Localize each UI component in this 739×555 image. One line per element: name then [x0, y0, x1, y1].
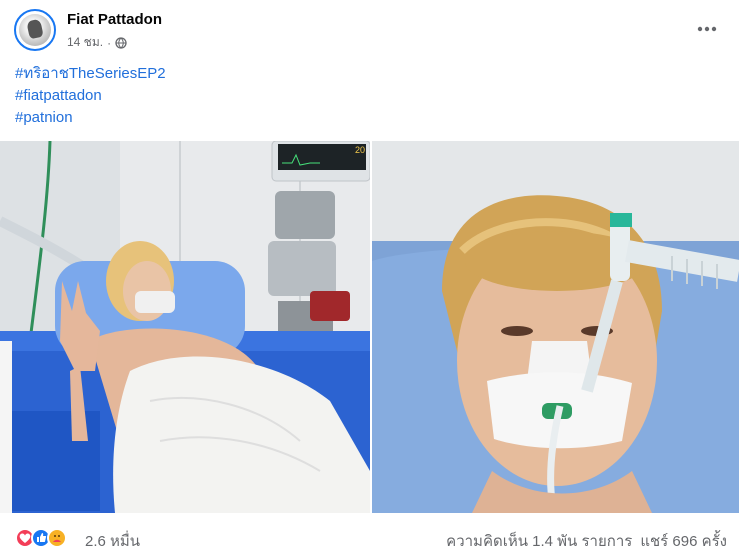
author-name[interactable]: Fiat Pattadon: [67, 11, 162, 28]
post-meta: 14 ชม. ·: [67, 33, 127, 52]
post-stats: ความคิดเห็น 1.4 พัน รายการ แชร์ 696 ครั้…: [446, 529, 727, 553]
shares-count[interactable]: แชร์ 696 ครั้ง: [640, 529, 727, 553]
care-reaction-icon: [47, 528, 67, 548]
hashtag-link-3[interactable]: #patnion: [15, 107, 166, 129]
ventilator-closeup-photo[interactable]: [372, 141, 739, 513]
photo-right-illustration: [372, 141, 739, 513]
reaction-icons[interactable]: [15, 528, 77, 548]
post-header: Fiat Pattadon 14 ชม. ·: [14, 9, 725, 53]
post-timestamp[interactable]: 14 ชม.: [67, 33, 103, 52]
author-avatar[interactable]: [14, 9, 56, 51]
reactions-bar: 2.6 หมื่น ความคิดเห็น 1.4 พัน รายการ แชร…: [15, 526, 727, 550]
more-options-icon[interactable]: [695, 17, 719, 41]
globe-icon[interactable]: [115, 36, 127, 49]
monitor-reading: 20: [355, 145, 365, 155]
reaction-count[interactable]: 2.6 หมื่น: [85, 529, 140, 553]
hashtag-link-2[interactable]: #fiatpattadon: [15, 85, 166, 107]
meta-separator: ·: [107, 35, 112, 50]
post-hashtags: #ทริอาชTheSeriesEP2 #fiatpattadon #patni…: [15, 63, 166, 129]
hospital-bed-peace-sign-photo[interactable]: 20: [0, 141, 370, 513]
photo-left-illustration: 20: [0, 141, 370, 513]
comments-count[interactable]: ความคิดเห็น 1.4 พัน รายการ: [446, 529, 632, 553]
hashtag-link-1[interactable]: #ทริอาชTheSeriesEP2: [15, 63, 166, 85]
